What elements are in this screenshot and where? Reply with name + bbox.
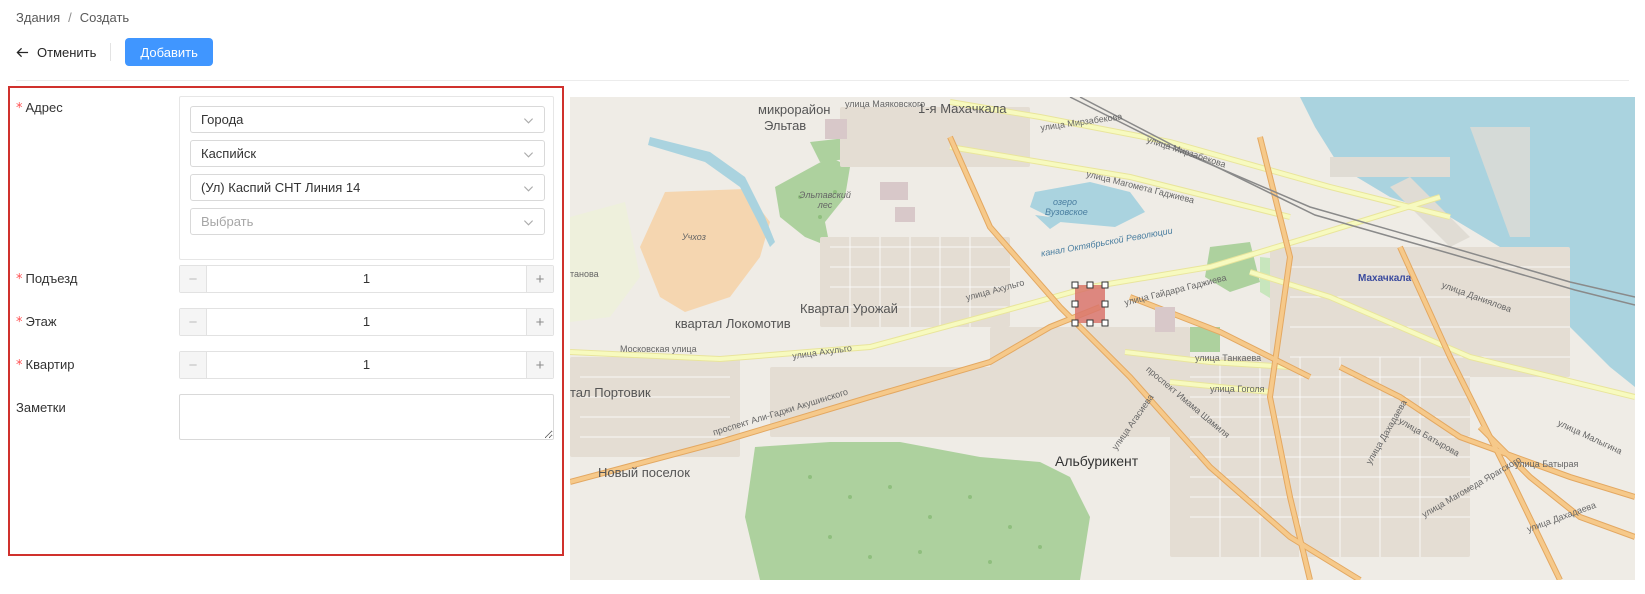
address-group: Города Каспийск (Ул) Каспий СНТ Линия 14… xyxy=(179,96,554,260)
region-select[interactable]: Города xyxy=(190,106,545,133)
map-label: 1-я Махачкала xyxy=(918,101,1007,116)
floor-increment-button[interactable]: + xyxy=(526,309,553,335)
city-select-value: Каспийск xyxy=(201,146,257,161)
cancel-button[interactable]: Отменить xyxy=(16,38,110,66)
map-label: улица Батырая xyxy=(1515,459,1579,469)
required-mark: * xyxy=(16,315,23,330)
map-label: Эльтавский лес xyxy=(799,190,851,210)
map[interactable]: микрорайон Эльтав улица Маяковского 1-я … xyxy=(570,97,1635,580)
notes-label: Заметки xyxy=(16,400,66,415)
entrance-decrement-button[interactable]: − xyxy=(180,266,207,292)
map-label: тал Портовик xyxy=(570,385,651,400)
breadcrumb: Здания / Создать xyxy=(16,10,129,25)
map-label: квартал Локомотив xyxy=(675,316,791,331)
map-label: улица Гоголя xyxy=(1210,384,1265,394)
entrance-value[interactable]: 1 xyxy=(207,266,526,292)
map-label: Махачкала xyxy=(1358,273,1412,284)
required-mark: * xyxy=(16,101,23,116)
map-label: танова xyxy=(570,269,599,279)
house-select-placeholder: Выбрать xyxy=(201,214,254,229)
street-select[interactable]: (Ул) Каспий СНТ Линия 14 xyxy=(190,174,545,201)
entrance-label: * Подъезд xyxy=(16,271,78,287)
apartment-value[interactable]: 1 xyxy=(207,352,526,378)
breadcrumb-item-buildings[interactable]: Здания xyxy=(16,10,60,25)
map-label: микрорайон xyxy=(758,102,831,117)
apartment-label: * Квартир xyxy=(16,357,75,373)
map-canvas xyxy=(570,97,1635,580)
chevron-down-icon xyxy=(523,152,534,158)
floor-value[interactable]: 1 xyxy=(207,309,526,335)
address-label: * Адрес xyxy=(16,100,63,116)
toolbar: Отменить Добавить xyxy=(16,38,213,66)
notes-textarea[interactable] xyxy=(179,394,554,440)
chevron-down-icon xyxy=(523,220,534,226)
apartment-increment-button[interactable]: + xyxy=(526,352,553,378)
apartment-decrement-button[interactable]: − xyxy=(180,352,207,378)
map-label: улица Маяковского xyxy=(845,99,926,109)
house-select[interactable]: Выбрать xyxy=(190,208,545,235)
apartment-stepper[interactable]: − 1 + xyxy=(179,351,554,379)
city-select[interactable]: Каспийск xyxy=(190,140,545,167)
floor-decrement-button[interactable]: − xyxy=(180,309,207,335)
required-mark: * xyxy=(16,272,23,287)
required-mark: * xyxy=(16,358,23,373)
map-label: Учхоз xyxy=(682,232,706,242)
toolbar-divider xyxy=(110,43,112,61)
floor-stepper[interactable]: − 1 + xyxy=(179,308,554,336)
chevron-down-icon xyxy=(523,118,534,124)
region-select-value: Города xyxy=(201,112,244,127)
map-label: Эльтав xyxy=(764,118,807,133)
map-label: Новый поселок xyxy=(598,465,690,480)
header-divider xyxy=(16,80,1629,81)
street-select-value: (Ул) Каспий СНТ Линия 14 xyxy=(201,180,361,195)
entrance-increment-button[interactable]: + xyxy=(526,266,553,292)
map-label: улица Танкаева xyxy=(1195,353,1262,363)
cancel-label: Отменить xyxy=(37,44,97,60)
breadcrumb-item-create: Создать xyxy=(79,10,130,25)
arrow-left-icon xyxy=(16,47,29,57)
entrance-stepper[interactable]: − 1 + xyxy=(179,265,554,293)
map-label: озеро Вузовское xyxy=(1045,197,1088,217)
map-label: Московская улица xyxy=(620,344,697,354)
breadcrumb-separator: / xyxy=(68,10,72,25)
map-label: Квартал Урожай xyxy=(800,301,898,316)
building-form: * Адрес Города Каспийск (Ул) Каспий СНТ Л… xyxy=(8,86,564,556)
floor-label: * Этаж xyxy=(16,314,57,330)
map-label: Альбурикент xyxy=(1055,453,1139,469)
add-button[interactable]: Добавить xyxy=(125,38,213,66)
chevron-down-icon xyxy=(523,186,534,192)
